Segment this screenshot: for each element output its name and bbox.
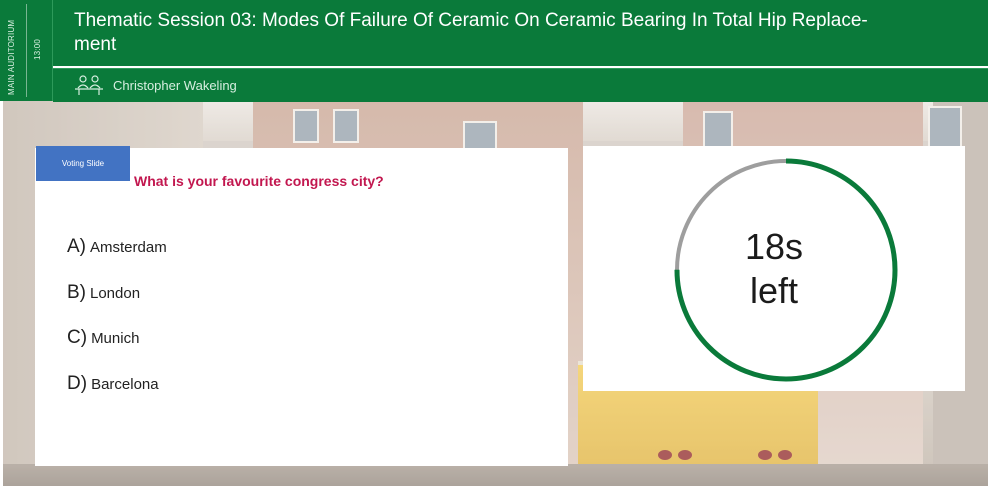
- session-time: 13:00: [33, 38, 42, 60]
- voting-slide-tag: Voting Slide: [36, 146, 130, 181]
- answer-option-b[interactable]: B) London: [67, 282, 140, 304]
- answer-text: London: [90, 285, 141, 302]
- timer-panel: 18s left: [583, 146, 965, 391]
- podium-speakers-icon: [75, 75, 103, 95]
- poll-question: What is your favourite congress city?: [134, 173, 384, 189]
- answer-letter: B): [67, 282, 86, 303]
- timer-label: left: [749, 270, 799, 311]
- session-side-strip: MAIN AUDITORIUM 13:00: [0, 0, 53, 101]
- answer-text: Munich: [91, 330, 140, 347]
- answer-text: Barcelona: [91, 376, 159, 393]
- answer-letter: C): [67, 327, 88, 348]
- session-title-bar: Thematic Session 03: Modes Of Failure Of…: [53, 0, 988, 66]
- question-panel: [35, 148, 568, 466]
- answer-option-c[interactable]: C) Munich: [67, 327, 139, 349]
- speaker-bar: Christopher Wakeling: [53, 68, 988, 102]
- answer-option-a[interactable]: A) Amsterdam: [67, 236, 167, 258]
- speaker-name: Christopher Wakeling: [113, 78, 237, 93]
- answer-option-d[interactable]: D) Barcelona: [67, 373, 159, 395]
- countdown-ring: [674, 158, 898, 382]
- room-label: MAIN AUDITORIUM: [7, 19, 16, 95]
- answer-text: Amsterdam: [90, 239, 167, 256]
- session-title: Thematic Session 03: Modes Of Failure Of…: [74, 10, 868, 55]
- answer-letter: A): [67, 236, 86, 257]
- timer-value: 18s: [744, 226, 804, 267]
- answer-letter: D): [67, 373, 88, 394]
